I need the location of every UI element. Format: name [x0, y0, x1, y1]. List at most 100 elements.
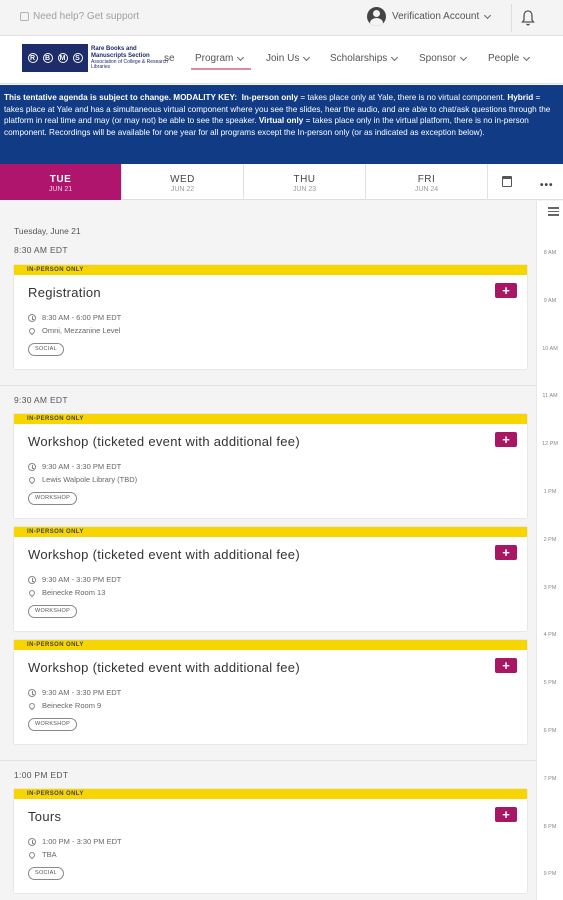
add-to-schedule-button[interactable]: +: [495, 658, 517, 673]
nav-item-join-us[interactable]: Join Us: [266, 53, 311, 64]
timeline-hour: 9 AM: [543, 298, 557, 304]
timeline-hour: 6 PM: [543, 728, 557, 734]
location-pin-icon: [27, 588, 37, 597]
event-card[interactable]: IN-PERSON ONLY Workshop (ticketed event …: [14, 414, 527, 518]
event-time-text: 9:30 AM - 3:30 PM EDT: [42, 462, 122, 471]
logo[interactable]: R B M S Rare Books and Manuscripts Secti…: [22, 44, 169, 72]
tab-day-name: FRI: [417, 174, 436, 185]
list-view-icon[interactable]: [548, 207, 559, 216]
bell-icon[interactable]: [520, 9, 536, 27]
timeline-hour: 11 AM: [542, 393, 558, 399]
add-to-schedule-button[interactable]: +: [495, 545, 517, 560]
timeline-hour: 12 PM: [542, 441, 558, 447]
event-time: 1:00 PM - 3:30 PM EDT: [28, 837, 122, 846]
banner-inperson-label: In-person only: [241, 93, 299, 102]
section-divider: [0, 385, 536, 386]
event-card[interactable]: IN-PERSON ONLY Registration + 8:30 AM - …: [14, 265, 527, 369]
nav-item-people[interactable]: People: [488, 53, 531, 64]
clock-icon: [28, 462, 36, 471]
event-title: Workshop (ticketed event with additional…: [28, 547, 300, 562]
event-location-text: Lewis Walpole Library (TBD): [42, 475, 138, 484]
time-group-label: 1:00 PM EDT: [14, 770, 69, 780]
banner-inperson-text: = takes place only at Yale, there is no …: [298, 93, 508, 102]
chevron-down-icon: [391, 53, 399, 61]
event-location-text: Beinecke Room 13: [42, 588, 106, 597]
add-to-schedule-button[interactable]: +: [495, 283, 517, 298]
event-title: Workshop (ticketed event with additional…: [28, 660, 300, 675]
chevron-down-icon: [303, 53, 311, 61]
event-tag[interactable]: SOCIAL: [28, 343, 64, 356]
event-tag[interactable]: WORKSHOP: [28, 492, 78, 505]
add-to-schedule-button[interactable]: +: [495, 432, 517, 447]
account-menu[interactable]: Verification Account: [367, 7, 492, 26]
tab-day-date: JUN 21: [48, 186, 73, 193]
timeline-hour: 9 PM: [543, 871, 557, 877]
event-card[interactable]: IN-PERSON ONLY Tours + 1:00 PM - 3:30 PM…: [14, 789, 527, 893]
modality-ribbon: IN-PERSON ONLY: [14, 789, 527, 799]
nav-item-label: Join Us: [266, 53, 300, 64]
nav-item-partial[interactable]: se: [164, 53, 175, 64]
event-tag[interactable]: WORKSHOP: [28, 605, 78, 618]
timeline-hour: 10 AM: [542, 346, 558, 352]
section-divider: [0, 760, 536, 761]
event-location: Omni, Mezzanine Level: [27, 326, 121, 335]
event-time-text: 9:30 AM - 3:30 PM EDT: [42, 575, 122, 584]
timeline-hour: 8 PM: [543, 824, 557, 830]
tab-thu[interactable]: THU JUN 23: [244, 164, 366, 200]
event-card[interactable]: IN-PERSON ONLY Workshop (ticketed event …: [14, 640, 527, 744]
tab-tue[interactable]: TUE JUN 21: [0, 164, 122, 200]
event-tag[interactable]: WORKSHOP: [28, 718, 78, 731]
location-pin-icon: [27, 850, 37, 859]
event-location-text: Omni, Mezzanine Level: [42, 326, 121, 335]
logo-letter: M: [57, 53, 68, 63]
tab-day-name: TUE: [49, 174, 72, 185]
avatar-icon: [367, 7, 386, 26]
timeline-rail[interactable]: [536, 201, 563, 900]
chevron-down-icon: [237, 53, 245, 61]
event-tag[interactable]: SOCIAL: [28, 867, 64, 880]
more-options-icon[interactable]: •••: [540, 180, 554, 191]
tab-day-date: JUN 22: [170, 186, 195, 193]
location-pin-icon: [27, 475, 37, 484]
add-to-schedule-button[interactable]: +: [495, 807, 517, 822]
chevron-down-icon: [460, 53, 468, 61]
modality-ribbon: IN-PERSON ONLY: [14, 527, 527, 537]
top-bar: Need help? Get support Verification Acco…: [0, 0, 563, 36]
nav-item-label: se: [164, 53, 175, 64]
nav-bar: R B M S Rare Books and Manuscripts Secti…: [0, 36, 563, 84]
calendar-icon[interactable]: [502, 176, 512, 187]
banner-intro: This tentative agenda is subject to chan…: [4, 93, 238, 102]
nav-item-scholarships[interactable]: Scholarships: [330, 53, 399, 64]
nav-item-program[interactable]: Program: [195, 53, 245, 64]
event-time: 9:30 AM - 3:30 PM EDT: [28, 575, 121, 584]
help-link[interactable]: Need help? Get support: [20, 11, 139, 22]
nav-item-label: Program: [195, 53, 234, 64]
modality-ribbon: IN-PERSON ONLY: [14, 640, 527, 650]
event-card[interactable]: IN-PERSON ONLY Workshop (ticketed event …: [14, 527, 527, 631]
event-location: Beinecke Room 13: [27, 588, 106, 597]
modality-ribbon: IN-PERSON ONLY: [14, 265, 527, 275]
event-title: Workshop (ticketed event with additional…: [28, 434, 300, 449]
event-location-text: TBA: [42, 850, 57, 859]
clock-icon: [28, 837, 36, 846]
event-time: 9:30 AM - 3:30 PM EDT: [28, 462, 121, 471]
clock-icon: [28, 313, 36, 322]
banner-virtual-label: Virtual only: [258, 116, 304, 126]
tab-fri[interactable]: FRI JUN 24: [366, 164, 488, 200]
modality-banner: This tentative agenda is subject to chan…: [0, 85, 563, 164]
tab-day-date: JUN 24: [414, 186, 439, 193]
tab-wed[interactable]: WED JUN 22: [122, 164, 244, 200]
divider: [511, 4, 512, 32]
tab-day-date: JUN 23: [292, 186, 317, 193]
day-heading: Tuesday, June 21: [14, 226, 81, 236]
event-location: TBA: [27, 850, 57, 859]
timeline-hour: 3 PM: [543, 585, 557, 591]
tab-day-name: WED: [170, 174, 195, 185]
logo-name: Rare Books and Manuscripts Section: [91, 46, 150, 59]
event-time-text: 8:30 AM - 6:00 PM EDT: [42, 313, 122, 322]
account-name: Verification Account: [392, 11, 480, 22]
event-time-text: 9:30 AM - 3:30 PM EDT: [42, 688, 122, 697]
time-group-label: 9:30 AM EDT: [14, 395, 68, 405]
nav-item-sponsor[interactable]: Sponsor: [419, 53, 468, 64]
nav-item-label: Scholarships: [330, 53, 388, 64]
